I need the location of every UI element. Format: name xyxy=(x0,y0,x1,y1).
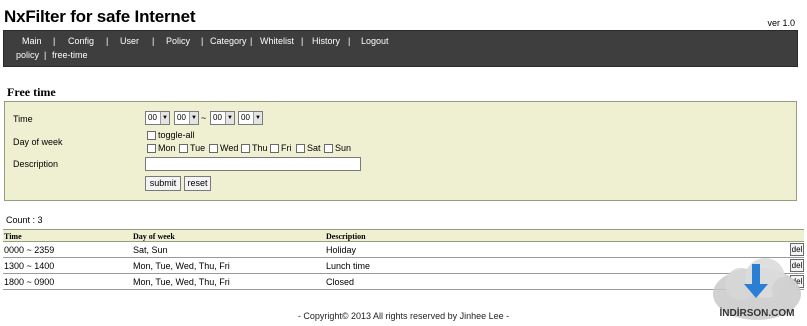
page-title: Free time xyxy=(7,85,56,99)
cell-time: 0000 ~ 2359 xyxy=(4,245,55,255)
cell-time: 1300 ~ 1400 xyxy=(4,261,55,271)
nav-policy[interactable]: Policy xyxy=(166,36,190,46)
nav-separator: | xyxy=(201,36,204,46)
cell-day-of-week: Mon, Tue, Wed, Thu, Fri xyxy=(133,261,230,271)
day-checkbox-wed[interactable] xyxy=(209,144,218,153)
nav-separator: | xyxy=(53,36,56,46)
nav-separator: | xyxy=(250,36,253,46)
footer-copyright: - Copyright© 2013 All rights reserved by… xyxy=(297,311,510,321)
day-label-wed: Wed xyxy=(220,143,239,153)
day-checkbox-sun[interactable] xyxy=(324,144,333,153)
time-range-separator: ~ xyxy=(201,113,207,123)
to-hour-select[interactable]: 00 ▼ xyxy=(210,111,235,125)
nav-category[interactable]: Category xyxy=(210,36,247,46)
cell-day-of-week: Sat, Sun xyxy=(133,245,168,255)
column-header-day-of-week: Day of week xyxy=(133,232,175,241)
day-label-sat: Sat xyxy=(307,143,321,153)
version-label: ver 1.0 xyxy=(767,18,795,28)
day-label-thu: Thu xyxy=(252,143,268,153)
subnav-free-time[interactable]: free-time xyxy=(52,50,88,60)
nav-separator: | xyxy=(152,36,155,46)
dropdown-arrow-icon: ▼ xyxy=(253,112,262,124)
time-label: Time xyxy=(13,114,33,124)
nav-whitelist[interactable]: Whitelist xyxy=(260,36,294,46)
from-hour-value: 00 xyxy=(148,113,157,122)
cell-time: 1800 ~ 0900 xyxy=(4,277,55,287)
day-label-fri: Fri xyxy=(281,143,292,153)
nav-separator: | xyxy=(106,36,109,46)
table-row: 1800 ~ 0900 Mon, Tue, Wed, Thu, Fri Clos… xyxy=(3,274,804,290)
nav-config[interactable]: Config xyxy=(68,36,94,46)
table-header: Time Day of week Description xyxy=(3,229,804,242)
day-label-mon: Mon xyxy=(158,143,176,153)
cell-description: Closed xyxy=(326,277,355,287)
dropdown-arrow-icon: ▼ xyxy=(160,112,169,124)
dropdown-arrow-icon: ▼ xyxy=(225,112,234,124)
subnav-policy[interactable]: policy xyxy=(16,50,39,60)
free-time-form: Time Day of week Description 00 ▼ 00 ▼ ~… xyxy=(4,101,797,201)
record-count: Count : 3 xyxy=(6,215,43,225)
nav-main[interactable]: Main xyxy=(22,36,42,46)
dropdown-arrow-icon: ▼ xyxy=(189,112,198,124)
nav-separator: | xyxy=(348,36,351,46)
day-checkbox-mon[interactable] xyxy=(147,144,156,153)
nav-user[interactable]: User xyxy=(120,36,139,46)
to-minute-value: 00 xyxy=(241,113,250,122)
to-minute-select[interactable]: 00 ▼ xyxy=(238,111,263,125)
top-navigation: Main | Config | User | Policy | Category… xyxy=(3,30,798,67)
from-minute-value: 00 xyxy=(177,113,186,122)
nav-separator: | xyxy=(301,36,304,46)
nav-separator: | xyxy=(44,50,47,60)
day-label-sun: Sun xyxy=(335,143,352,153)
toggle-all-checkbox[interactable] xyxy=(147,131,156,140)
day-checkbox-fri[interactable] xyxy=(270,144,279,153)
app-title: NxFilter for safe Internet xyxy=(4,7,196,26)
column-header-time: Time xyxy=(4,232,22,241)
cell-description: Lunch time xyxy=(326,261,371,271)
nav-logout[interactable]: Logout xyxy=(361,36,389,46)
day-checkbox-thu[interactable] xyxy=(241,144,250,153)
from-hour-select[interactable]: 00 ▼ xyxy=(145,111,170,125)
day-checkbox-tue[interactable] xyxy=(179,144,188,153)
submit-button[interactable]: submit xyxy=(145,176,181,191)
toggle-all-label: toggle-all xyxy=(158,130,195,140)
to-hour-value: 00 xyxy=(213,113,222,122)
description-input[interactable] xyxy=(145,157,361,171)
description-label: Description xyxy=(13,159,59,169)
cell-description: Holiday xyxy=(326,245,357,255)
nav-history[interactable]: History xyxy=(312,36,340,46)
watermark-logo: İNDİRSON.COM xyxy=(713,258,801,320)
day-of-week-label: Day of week xyxy=(13,137,63,147)
day-label-tue: Tue xyxy=(190,143,206,153)
watermark-text: İNDİRSON.COM xyxy=(720,306,795,319)
table-row: 1300 ~ 1400 Mon, Tue, Wed, Thu, Fri Lunc… xyxy=(3,258,804,274)
day-checkbox-sat[interactable] xyxy=(296,144,305,153)
column-header-description: Description xyxy=(326,232,366,241)
cell-day-of-week: Mon, Tue, Wed, Thu, Fri xyxy=(133,277,230,287)
reset-button[interactable]: reset xyxy=(184,176,211,191)
from-minute-select[interactable]: 00 ▼ xyxy=(174,111,199,125)
table-row: 0000 ~ 2359 Sat, Sun Holiday del xyxy=(3,242,804,258)
